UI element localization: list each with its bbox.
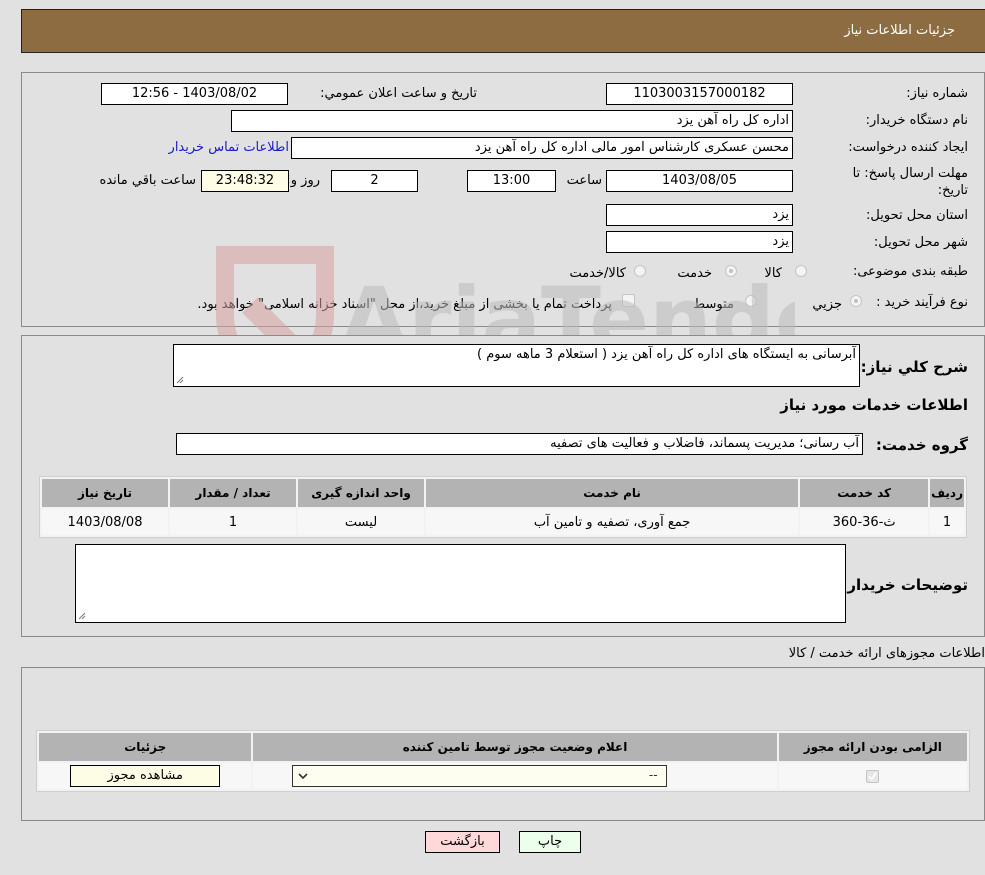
city-label: شهر محل تحویل: [873,235,968,250]
city-field: یزد [606,231,793,253]
process-option-minor: جزیي [812,297,842,312]
deadline-label-line1: مهلت ارسال پاسخ: تا [852,166,968,181]
cell-service-code: ث-36-360 [800,509,929,535]
announce-datetime-field: 1403/08/02 - 12:56 [101,83,288,105]
cell-need-date: 1403/08/08 [42,509,169,535]
buyer-org-label: نام دستگاه خریدار: [865,113,968,128]
col-quantity: تعداد / مقدار [170,479,297,507]
province-field: یزد [606,204,793,226]
col-permit-required: الزامی بودن ارائه مجوز [778,733,967,761]
cell-quantity: 1 [170,509,297,535]
permits-title: اطلاعات مجوزهای ارائه خدمت / کالا [788,646,985,661]
days-remaining-field: 2 [331,170,418,192]
buyer-notes-label: توضیحات خریدار: [841,576,968,594]
service-group-field: آب رسانی؛ مدیریت پسماند، فاضلاب و فعالیت… [176,433,863,455]
treasury-payment-checkbox[interactable] [622,294,635,307]
need-number-field: 1103003157000182 [606,83,793,105]
page-header: جزئیات اطلاعات نیاز [21,9,985,53]
permits-table: الزامی بودن ارائه مجوز اعلام وضعیت مجوز … [36,730,970,792]
announce-label: تاریخ و ساعت اعلان عمومي: [320,86,477,101]
cell-unit: لیست [298,509,425,535]
col-row-number: ردیف [930,479,964,507]
creator-field: محسن عسکری کارشناس امور مالی اداره کل را… [291,137,793,159]
deadline-time-field: 13:00 [467,170,556,192]
permit-status-value: -- [648,768,658,782]
description-text: آبرسانی به ایستگاه های اداره کل راه آهن … [477,347,856,362]
col-service-code: کد خدمت [800,479,929,507]
creator-label: ایجاد کننده درخواست: [848,140,968,155]
back-button[interactable]: بازگشت [425,831,500,853]
category-radio-service[interactable] [725,265,737,277]
services-table-header: ردیف کد خدمت نام خدمت واحد اندازه گیری ت… [42,479,964,507]
description-label: شرح کلي نیاز: [860,358,968,376]
col-permit-status: اعلام وضعیت مجوز توسط تامین کننده [253,733,777,761]
cell-permit-details: مشاهده مجوز [39,763,252,789]
cell-service-name: جمع آوری، تصفیه و تامین آب [426,509,799,535]
cell-permit-required [778,763,967,789]
category-option-goods: کالا [764,266,782,281]
buyer-contact-link[interactable]: اطلاعات تماس خریدار [169,140,289,155]
process-label: نوع فرآیند خرید : [876,295,968,310]
category-radio-goods-service[interactable] [634,265,646,277]
deadline-time-label: ساعت [566,173,602,188]
process-option-medium: متوسط [693,297,734,312]
remaining-time-field: 23:48:32 [201,170,289,192]
province-label: استان محل تحویل: [866,208,968,223]
permit-required-checkbox [866,769,880,783]
services-heading: اطلاعات خدمات مورد نیاز [780,396,968,414]
services-table: ردیف کد خدمت نام خدمت واحد اندازه گیری ت… [39,476,967,538]
chevron-down-icon [297,773,308,779]
service-group-label: گروه خدمت: [875,436,968,454]
permit-row: -- مشاهده مجوز [39,763,967,789]
buyer-org-field: اداره کل راه آهن یزد [231,110,793,132]
process-radio-minor[interactable] [850,295,862,307]
resize-grip-icon[interactable] [78,612,86,620]
page-title: جزئیات اطلاعات نیاز [844,23,955,38]
col-service-name: نام خدمت [426,479,799,507]
days-label: روز و [290,173,320,188]
permits-table-header: الزامی بودن ارائه مجوز اعلام وضعیت مجوز … [39,733,967,761]
need-number-label: شماره نیاز: [906,86,968,101]
cell-row-number: 1 [930,509,964,535]
category-option-goods-service: کالا/خدمت [569,266,626,281]
category-label: طبقه بندی موضوعی: [852,264,968,279]
col-need-date: تاریخ نیاز [42,479,169,507]
remaining-time-label: ساعت باقي مانده [99,173,196,188]
print-button[interactable]: چاپ [519,831,581,853]
description-textarea[interactable]: آبرسانی به ایستگاه های اداره کل راه آهن … [173,344,860,387]
category-radio-goods[interactable] [795,265,807,277]
category-option-service: خدمت [677,266,712,281]
deadline-label-line2: تاریخ: [937,183,968,198]
table-row: 1 ث-36-360 جمع آوری، تصفیه و تامین آب لی… [42,509,964,535]
treasury-payment-note: پرداخت تمام یا بخشی از مبلغ خرید،از محل … [197,297,612,312]
buyer-notes-textarea[interactable] [75,544,846,623]
process-radio-medium[interactable] [745,295,757,307]
col-unit: واحد اندازه گیری [298,479,425,507]
view-permit-button[interactable]: مشاهده مجوز [70,765,221,787]
deadline-label: مهلت ارسال پاسخ: تا تاریخ: [853,165,968,199]
cell-permit-status: -- [253,763,777,789]
check-icon [868,771,878,781]
deadline-date-field: 1403/08/05 [606,170,793,192]
col-permit-details: جزئیات [39,733,252,761]
permit-status-select[interactable]: -- [291,765,667,787]
resize-grip-icon[interactable] [176,376,184,384]
